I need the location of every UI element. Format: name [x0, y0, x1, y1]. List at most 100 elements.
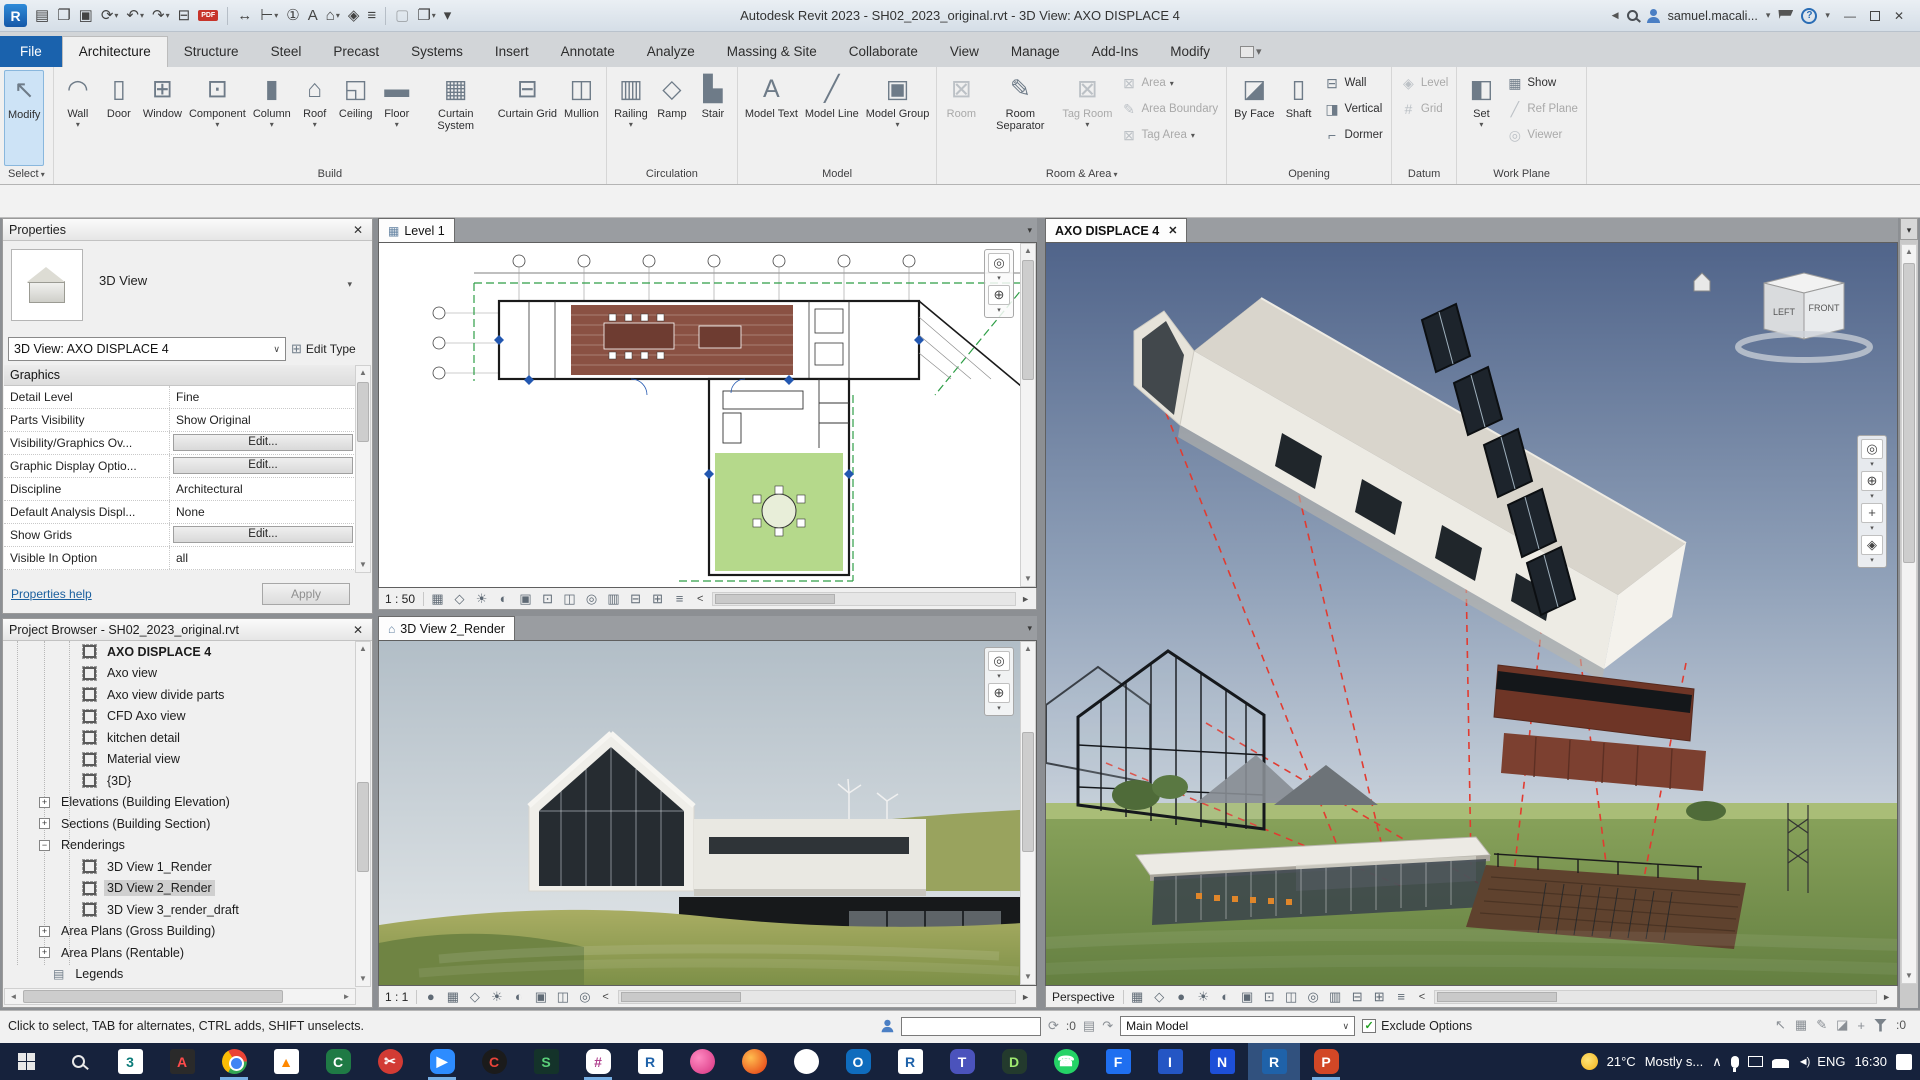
revit-logo-icon[interactable]: R [4, 4, 27, 27]
ribbon-button-ramp[interactable]: ◇ Ramp [652, 70, 692, 166]
steering-wheel-icon[interactable]: ◎ [988, 651, 1010, 671]
render-vscrollbar[interactable]: ▲ ▼ [1020, 641, 1036, 985]
modify-panel-launcher[interactable]: ▾ [1239, 45, 1262, 67]
browser-item-axo-view[interactable]: Axo view [3, 663, 357, 685]
plan-vscrollbar[interactable]: ▲ ▼ [1020, 243, 1036, 587]
collapse-bar-icon[interactable]: < [693, 593, 707, 605]
taskbar-firefox[interactable] [728, 1043, 780, 1080]
taskbar-screen-snip[interactable]: ✂ [364, 1043, 416, 1080]
expand-icon[interactable]: + [39, 925, 50, 937]
panel-label-work-plane[interactable]: Work Plane [1457, 166, 1586, 184]
hide-analytical-model-icon[interactable]: ⊟ [627, 591, 644, 607]
taskbar-whatsapp[interactable]: ☎ [1040, 1043, 1092, 1080]
user-menu-chevron-icon[interactable]: ▾ [1766, 10, 1771, 21]
sun-path-icon[interactable]: ☀ [1195, 989, 1212, 1005]
tab-systems[interactable]: Systems [395, 37, 479, 67]
help-icon[interactable]: ? [1801, 7, 1818, 24]
plan-canvas[interactable]: ◎ ▾ ⊕ ▾ ▲ ▼ [378, 242, 1037, 588]
weather-icon[interactable] [1580, 1053, 1598, 1070]
show-rendering-dialog-icon[interactable]: ● [422, 989, 439, 1004]
project-browser-hscrollbar[interactable]: ◄ ► [4, 988, 356, 1005]
ribbon-button-stair[interactable]: ▙ Stair [693, 70, 733, 166]
ribbon-button-window[interactable]: ⊞ Window [140, 70, 185, 166]
ribbon-button-door[interactable]: ▯ Door [99, 70, 139, 166]
property-value[interactable]: None [170, 501, 356, 523]
taskbar-revit-2[interactable]: R [884, 1043, 936, 1080]
exclude-options-checkbox[interactable]: ✓ Exclude Options [1362, 1019, 1472, 1033]
taskbar-teams[interactable]: T [936, 1043, 988, 1080]
dropdown-chevron-icon[interactable]: ▾ [432, 11, 436, 20]
dropdown-chevron-icon[interactable]: ▾ [336, 11, 340, 20]
edit-button[interactable]: Edit... [173, 457, 353, 474]
horizontal-scrollbar[interactable] [617, 989, 1017, 1004]
browser-item-3d-view-1-render[interactable]: 3D View 1_Render [3, 856, 357, 878]
dropdown-chevron-icon[interactable]: ▾ [274, 11, 278, 20]
dropdown-chevron-icon[interactable]: ▾ [1861, 557, 1883, 564]
tab-structure[interactable]: Structure [168, 37, 255, 67]
dropdown-chevron-icon[interactable]: ▾ [1861, 525, 1883, 532]
shadows-icon[interactable]: ◐ [495, 591, 512, 606]
axon-vscrollbar[interactable]: ▲ ▼ [1901, 244, 1917, 984]
editing-requests-icon[interactable]: ⟳ [1048, 1018, 1059, 1034]
tag-by-category-button[interactable]: ① [283, 4, 302, 28]
dropdown-chevron-icon[interactable]: ▾ [166, 11, 170, 20]
taskbar-revit-active[interactable]: R [1248, 1043, 1300, 1080]
tab-precast[interactable]: Precast [317, 37, 395, 67]
taskbar-outlook[interactable]: O [832, 1043, 884, 1080]
shadows-icon[interactable]: ◐ [510, 989, 527, 1004]
browser-item-sections-building-section[interactable]: + Sections (Building Section) [3, 813, 357, 835]
taskbar-vlc[interactable]: ▲ [260, 1043, 312, 1080]
taskbar-filmora[interactable]: F [1092, 1043, 1144, 1080]
horizontal-scrollbar[interactable] [1434, 989, 1878, 1004]
tab-architecture[interactable]: Architecture [61, 36, 168, 67]
taskbar-revit-1[interactable]: R [624, 1043, 676, 1080]
export-pdf-button[interactable]: PDF [195, 4, 221, 28]
microphone-icon[interactable] [1730, 1055, 1739, 1072]
ribbon-button-room-separator[interactable]: ✎ Room Separator [982, 70, 1058, 166]
shadows-icon[interactable]: ◐ [1217, 989, 1234, 1004]
search-icon[interactable] [1626, 10, 1638, 21]
dropdown-chevron-icon[interactable]: ▾ [988, 307, 1010, 314]
language-indicator[interactable]: ENG [1817, 1054, 1845, 1069]
taskbar-chrome[interactable] [208, 1043, 260, 1080]
ribbon-button-mullion[interactable]: ◫ Mullion [561, 70, 602, 166]
show-rendering-dialog-icon[interactable]: ● [1173, 989, 1190, 1004]
taskbar-ccleaner[interactable]: C [468, 1043, 520, 1080]
dropdown-chevron-icon[interactable]: ▾ [988, 673, 1010, 680]
ribbon-button-curtain-system[interactable]: ▦ Curtain System [418, 70, 494, 166]
type-selector-chevron-icon[interactable]: ▾ [347, 279, 352, 290]
dropdown-chevron-icon[interactable]: ▾ [76, 120, 80, 130]
dropdown-chevron-icon[interactable]: ▾ [1479, 120, 1483, 130]
select-underlay-elements-toggle[interactable]: ▦ [1795, 1017, 1807, 1033]
file-menu-button[interactable]: ▤ [32, 4, 52, 28]
ribbon-button-show[interactable]: ▦ Show [1506, 72, 1578, 94]
expand-icon[interactable]: + [39, 818, 50, 830]
properties-scrollbar[interactable]: ▲ ▼ [355, 365, 371, 573]
tab-annotate[interactable]: Annotate [545, 37, 631, 67]
start-button[interactable] [0, 1043, 52, 1080]
collapse-arrow-icon[interactable]: ◀ [1612, 10, 1619, 21]
restore-button[interactable] [1869, 10, 1880, 21]
edit-button[interactable]: Edit... [173, 526, 353, 543]
crop-view-icon[interactable]: ▣ [517, 591, 534, 607]
ribbon-button-set[interactable]: ◧ Set ▾ [1461, 70, 1501, 166]
dropdown-chevron-icon[interactable]: ▾ [629, 120, 633, 130]
scroll-right-icon[interactable]: ► [1882, 992, 1891, 1002]
section-button[interactable]: ◈ [345, 4, 363, 28]
scroll-right-icon[interactable]: ► [1021, 992, 1030, 1002]
property-value[interactable]: all [170, 547, 356, 569]
ribbon-button-ceiling[interactable]: ◱ Ceiling [336, 70, 376, 166]
window-list-chevron-icon[interactable]: ▾ [1900, 218, 1918, 240]
view-scale-label[interactable]: 1 : 1 [385, 989, 418, 1004]
print-button[interactable]: ⊟ [175, 4, 194, 28]
panel-label-build[interactable]: Build [54, 166, 606, 184]
sync-with-central-button[interactable]: ⟳ ▾ [98, 4, 122, 28]
ribbon-button-column[interactable]: ▮ Column ▾ [250, 70, 294, 166]
minimize-button[interactable]: — [1838, 9, 1862, 23]
redo-button[interactable]: ↷ ▾ [149, 4, 173, 28]
reveal-hidden-elements-icon[interactable]: ◎ [576, 989, 593, 1005]
display-icon[interactable] [1747, 1056, 1763, 1067]
highlight-displacement-icon[interactable]: ⊞ [1371, 989, 1388, 1005]
panel-label-room-area[interactable]: Room & Area ▾ [937, 166, 1226, 184]
taskbar-signal[interactable] [780, 1043, 832, 1080]
